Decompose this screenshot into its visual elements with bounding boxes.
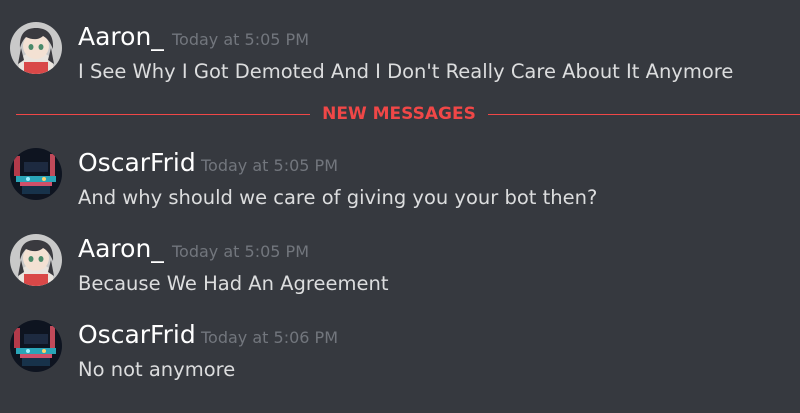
message-timestamp: Today at 5:05 PM [172, 242, 309, 261]
neon-city-avatar-icon [10, 148, 62, 200]
new-messages-label: NEW MESSAGES [322, 104, 476, 124]
message-timestamp: Today at 5:05 PM [172, 30, 309, 49]
message-item: Aaron_ Today at 5:05 PM Because We Had A… [0, 234, 800, 314]
message-content: And why should we care of giving you you… [78, 186, 598, 209]
message-username[interactable]: Aaron_ [78, 22, 164, 52]
message-content: No not anymore [78, 358, 236, 381]
message-item: OscarFrid Today at 5:05 PM And why shoul… [0, 148, 800, 228]
neon-city-avatar-icon [10, 320, 62, 372]
anime-girl-avatar-icon [10, 22, 62, 74]
user-avatar[interactable] [10, 234, 62, 286]
message-username[interactable]: OscarFrid [78, 148, 196, 178]
message-username[interactable]: Aaron_ [78, 234, 164, 264]
message-item: OscarFrid Today at 5:06 PM No not anymor… [0, 320, 800, 400]
new-messages-divider: NEW MESSAGES [16, 102, 800, 126]
anime-girl-avatar-icon [10, 234, 62, 286]
user-avatar[interactable] [10, 22, 62, 74]
message-timestamp: Today at 5:06 PM [201, 328, 338, 347]
divider-line-left [16, 114, 310, 115]
message-content: Because We Had An Agreement [78, 272, 389, 295]
user-avatar[interactable] [10, 320, 62, 372]
divider-line-right [488, 114, 800, 115]
message-username[interactable]: OscarFrid [78, 320, 196, 350]
message-timestamp: Today at 5:05 PM [201, 156, 338, 175]
chat-message-list: Aaron_ Today at 5:05 PM I See Why I Got … [0, 0, 800, 413]
message-item: Aaron_ Today at 5:05 PM I See Why I Got … [0, 22, 800, 102]
user-avatar[interactable] [10, 148, 62, 200]
message-content: I See Why I Got Demoted And I Don't Real… [78, 60, 734, 83]
